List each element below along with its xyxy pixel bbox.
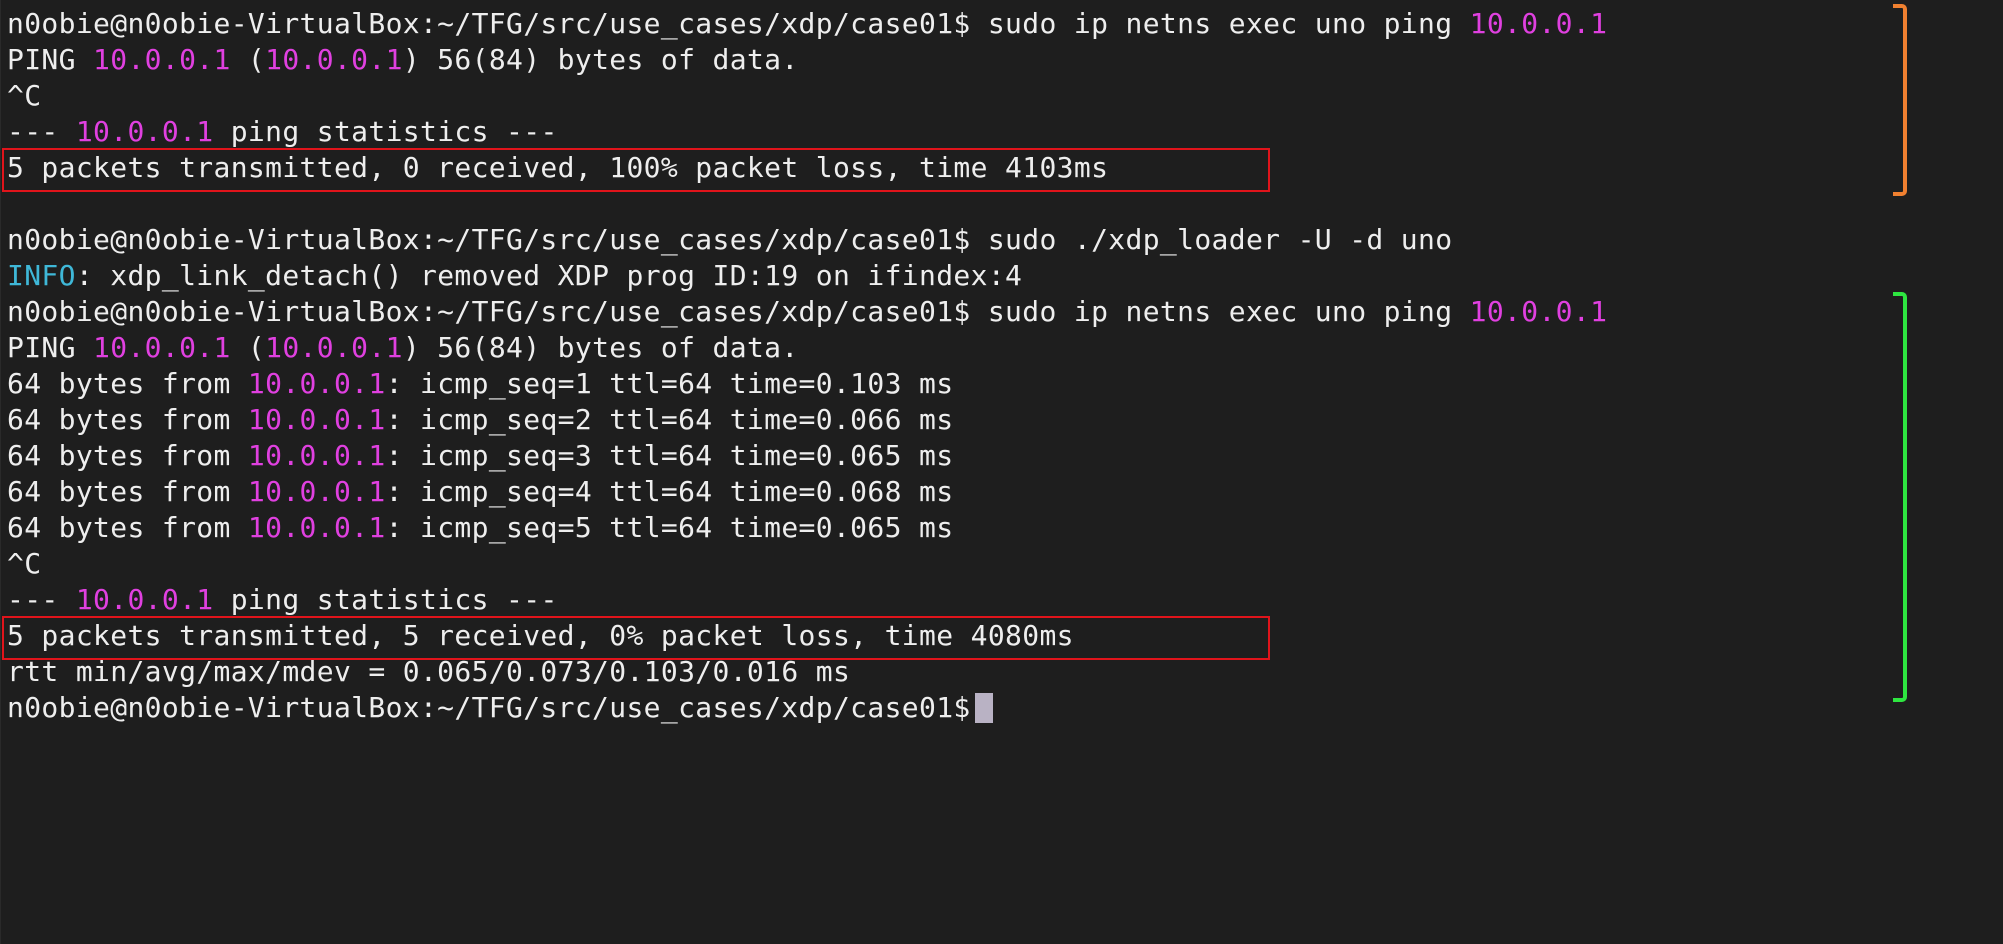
command-line-ping-1: n0obie@n0obie-VirtualBox:~/TFG/src/use_c… bbox=[7, 6, 1607, 42]
terminal-window[interactable]: n0obie@n0obie-VirtualBox:~/TFG/src/use_c… bbox=[0, 0, 2003, 944]
ping-header-suffix: ) 56(84) bytes of data. bbox=[402, 331, 799, 364]
ip-address: 10.0.0.1 bbox=[265, 43, 403, 76]
command-line-xdp-loader: n0obie@n0obie-VirtualBox:~/TFG/src/use_c… bbox=[7, 222, 1452, 258]
stats-prefix: --- bbox=[7, 583, 76, 616]
reply-details: : icmp_seq=2 ttl=64 time=0.066 ms bbox=[385, 403, 954, 436]
bracket-first-run bbox=[1893, 4, 1907, 196]
ip-address: 10.0.0.1 bbox=[247, 439, 386, 472]
highlight-box-result-2 bbox=[2, 616, 1270, 660]
ip-address: 10.0.0.1 bbox=[265, 331, 403, 364]
command-line-ping-2: n0obie@n0obie-VirtualBox:~/TFG/src/use_c… bbox=[7, 294, 1607, 330]
ip-address: 10.0.0.1 bbox=[93, 331, 231, 364]
ping-reply-line: 64 bytes from 10.0.0.1: icmp_seq=4 ttl=6… bbox=[7, 474, 953, 510]
prompt: n0obie@n0obie-VirtualBox:~/TFG/src/use_c… bbox=[7, 691, 971, 724]
stats-suffix: ping statistics --- bbox=[213, 583, 558, 616]
interrupt-line-1: ^C bbox=[7, 79, 42, 112]
stats-prefix: --- bbox=[7, 115, 76, 148]
stats-header-1: --- 10.0.0.1 ping statistics --- bbox=[7, 114, 558, 150]
ip-address: 10.0.0.1 bbox=[1469, 295, 1608, 328]
cursor[interactable] bbox=[974, 693, 993, 723]
bracket-second-run bbox=[1893, 292, 1907, 702]
ping-reply-line: 64 bytes from 10.0.0.1: icmp_seq=3 ttl=6… bbox=[7, 438, 953, 474]
reply-prefix: 64 bytes from bbox=[7, 475, 248, 508]
info-text: : xdp_link_detach() removed XDP prog ID:… bbox=[75, 259, 1023, 292]
prompt: n0obie@n0obie-VirtualBox:~/TFG/src/use_c… bbox=[7, 295, 971, 328]
command-line-current[interactable]: n0obie@n0obie-VirtualBox:~/TFG/src/use_c… bbox=[7, 690, 993, 726]
ping-header-mid: ( bbox=[230, 331, 266, 364]
interrupt-line-2: ^C bbox=[7, 547, 42, 580]
reply-details: : icmp_seq=4 ttl=64 time=0.068 ms bbox=[385, 475, 954, 508]
stats-suffix: ping statistics --- bbox=[213, 115, 558, 148]
reply-details: : icmp_seq=1 ttl=64 time=0.103 ms bbox=[385, 367, 954, 400]
reply-prefix: 64 bytes from bbox=[7, 403, 248, 436]
ip-address: 10.0.0.1 bbox=[93, 43, 231, 76]
reply-prefix: 64 bytes from bbox=[7, 439, 248, 472]
reply-details: : icmp_seq=5 ttl=64 time=0.065 ms bbox=[385, 511, 954, 544]
prompt: n0obie@n0obie-VirtualBox:~/TFG/src/use_c… bbox=[7, 7, 971, 40]
prompt: n0obie@n0obie-VirtualBox:~/TFG/src/use_c… bbox=[7, 223, 971, 256]
ping-header-suffix: ) 56(84) bytes of data. bbox=[402, 43, 799, 76]
ping-reply-line: 64 bytes from 10.0.0.1: icmp_seq=1 ttl=6… bbox=[7, 366, 953, 402]
ping-header-mid: ( bbox=[230, 43, 266, 76]
ping-header-2: PING 10.0.0.1 (10.0.0.1) 56(84) bytes of… bbox=[7, 330, 799, 366]
ping-reply-line: 64 bytes from 10.0.0.1: icmp_seq=5 ttl=6… bbox=[7, 510, 953, 546]
ip-address: 10.0.0.1 bbox=[75, 583, 214, 616]
ip-address: 10.0.0.1 bbox=[247, 475, 386, 508]
ip-address: 10.0.0.1 bbox=[247, 511, 386, 544]
ping-reply-line: 64 bytes from 10.0.0.1: icmp_seq=2 ttl=6… bbox=[7, 402, 953, 438]
stats-header-2: --- 10.0.0.1 ping statistics --- bbox=[7, 582, 558, 618]
ip-address: 10.0.0.1 bbox=[1469, 7, 1608, 40]
reply-prefix: 64 bytes from bbox=[7, 367, 248, 400]
info-line: INFO: xdp_link_detach() removed XDP prog… bbox=[7, 258, 1022, 294]
command-text: sudo ./xdp_loader -U -d uno bbox=[970, 223, 1453, 256]
ip-address: 10.0.0.1 bbox=[247, 367, 386, 400]
info-label: INFO bbox=[7, 259, 76, 292]
ping-header-prefix: PING bbox=[7, 43, 94, 76]
reply-prefix: 64 bytes from bbox=[7, 511, 248, 544]
ping-header-prefix: PING bbox=[7, 331, 94, 364]
highlight-box-result-1 bbox=[2, 148, 1270, 192]
ip-address: 10.0.0.1 bbox=[247, 403, 386, 436]
reply-details: : icmp_seq=3 ttl=64 time=0.065 ms bbox=[385, 439, 954, 472]
command-text: sudo ip netns exec uno ping bbox=[970, 7, 1470, 40]
ip-address: 10.0.0.1 bbox=[75, 115, 214, 148]
command-text: sudo ip netns exec uno ping bbox=[970, 295, 1470, 328]
ping-header-1: PING 10.0.0.1 (10.0.0.1) 56(84) bytes of… bbox=[7, 42, 799, 78]
